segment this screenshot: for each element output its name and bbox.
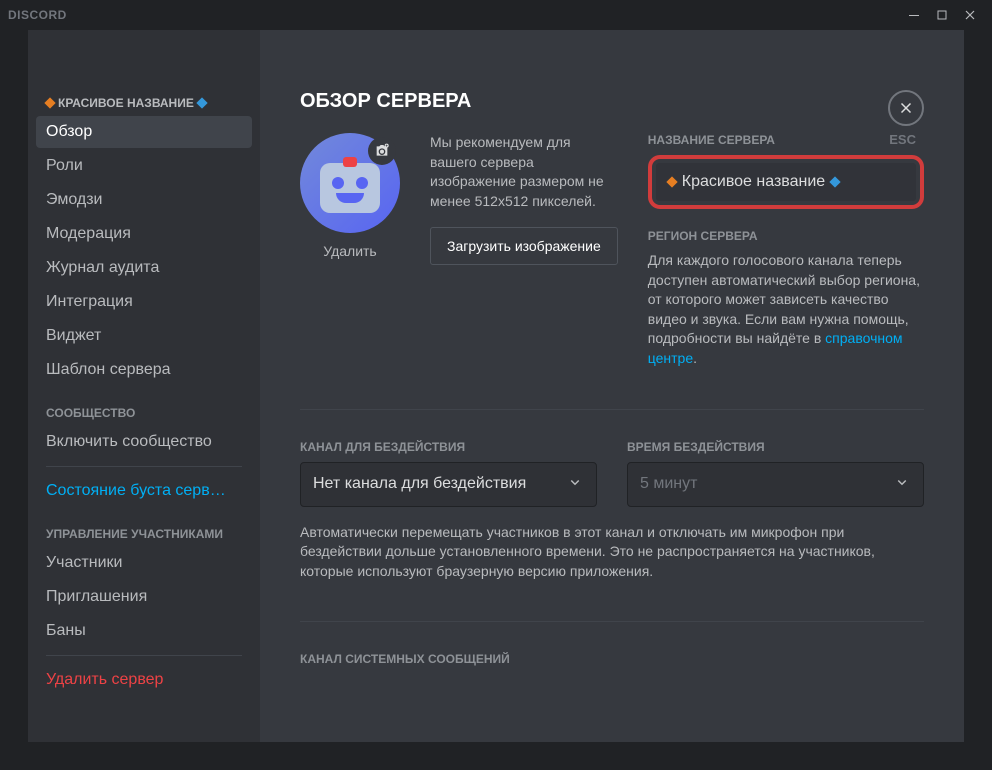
- image-recommendation-text: Мы рекомендуем для вашего сервера изобра…: [430, 133, 610, 211]
- content-divider: [300, 621, 924, 622]
- content-divider: [300, 409, 924, 410]
- sidebar-item-template[interactable]: Шаблон сервера: [36, 354, 252, 386]
- sidebar-item-moderation[interactable]: Модерация: [36, 218, 252, 250]
- idle-time-select[interactable]: 5 минут: [627, 462, 924, 507]
- sidebar-category-management: УПРАВЛЕНИЕ УЧАСТНИКАМИ: [36, 509, 252, 547]
- idle-channel-value: Нет канала для бездействия: [313, 475, 526, 493]
- settings-sidebar: КРАСИВОЕ НАЗВАНИЕ Обзор Роли Эмодзи Моде…: [28, 30, 260, 742]
- diamond-orange-icon: [44, 97, 55, 108]
- sidebar-item-enable-community[interactable]: Включить сообщество: [36, 426, 252, 458]
- sidebar-category-community: СООБЩЕСТВО: [36, 388, 252, 426]
- sidebar-item-roles[interactable]: Роли: [36, 150, 252, 182]
- app-name: DISCORD: [8, 8, 67, 22]
- idle-time-label: ВРЕМЯ БЕЗДЕЙСТВИЯ: [627, 440, 924, 454]
- sidebar-item-bans[interactable]: Баны: [36, 615, 252, 647]
- sidebar-item-delete-server[interactable]: Удалить сервер: [36, 664, 252, 696]
- sidebar-item-overview[interactable]: Обзор: [36, 116, 252, 148]
- diamond-blue-icon: [196, 97, 207, 108]
- system-channel-label: КАНАЛ СИСТЕМНЫХ СООБЩЕНИЙ: [300, 652, 924, 666]
- close-settings-button[interactable]: [888, 90, 924, 126]
- sidebar-item-invites[interactable]: Приглашения: [36, 581, 252, 613]
- upload-image-icon[interactable]: [368, 137, 396, 165]
- close-esc-label: ESC: [889, 132, 916, 147]
- sidebar-item-boost-status[interactable]: Состояние буста серв…: [36, 475, 252, 507]
- idle-channel-select[interactable]: Нет канала для бездействия: [300, 462, 597, 507]
- sidebar-item-members[interactable]: Участники: [36, 547, 252, 579]
- server-name-label: НАЗВАНИЕ СЕРВЕРА: [648, 133, 924, 147]
- minimize-button[interactable]: [900, 4, 928, 26]
- page-title: ОБЗОР СЕРВЕРА: [300, 90, 924, 113]
- idle-channel-label: КАНАЛ ДЛЯ БЕЗДЕЙСТВИЯ: [300, 440, 597, 454]
- region-label: РЕГИОН СЕРВЕРА: [648, 229, 924, 243]
- idle-help-text: Автоматически перемещать участников в эт…: [300, 523, 924, 582]
- sidebar-divider: [46, 466, 242, 467]
- sidebar-server-name: КРАСИВОЕ НАЗВАНИЕ: [36, 90, 252, 116]
- upload-image-button[interactable]: Загрузить изображение: [430, 227, 618, 265]
- remove-avatar-link[interactable]: Удалить: [323, 243, 376, 259]
- sidebar-item-integrations[interactable]: Интеграция: [36, 286, 252, 318]
- maximize-button[interactable]: [928, 4, 956, 26]
- region-description: Для каждого голосового канала теперь дос…: [648, 251, 924, 369]
- highlight-annotation: Красивое название: [648, 155, 924, 209]
- server-name-value: Красивое название: [682, 173, 825, 191]
- titlebar: DISCORD: [0, 0, 992, 30]
- settings-content: ESC ОБЗОР СЕРВЕРА: [260, 30, 964, 742]
- chevron-down-icon: [893, 473, 911, 496]
- diamond-orange-icon: [666, 176, 677, 187]
- close-window-button[interactable]: [956, 4, 984, 26]
- sidebar-item-audit-log[interactable]: Журнал аудита: [36, 252, 252, 284]
- chevron-down-icon: [566, 473, 584, 496]
- sidebar-item-widget[interactable]: Виджет: [36, 320, 252, 352]
- sidebar-divider: [46, 655, 242, 656]
- idle-time-value: 5 минут: [640, 475, 697, 493]
- server-avatar[interactable]: [300, 133, 400, 233]
- server-name-input[interactable]: Красивое название: [656, 163, 916, 201]
- diamond-blue-icon: [830, 176, 841, 187]
- sidebar-item-emoji[interactable]: Эмодзи: [36, 184, 252, 216]
